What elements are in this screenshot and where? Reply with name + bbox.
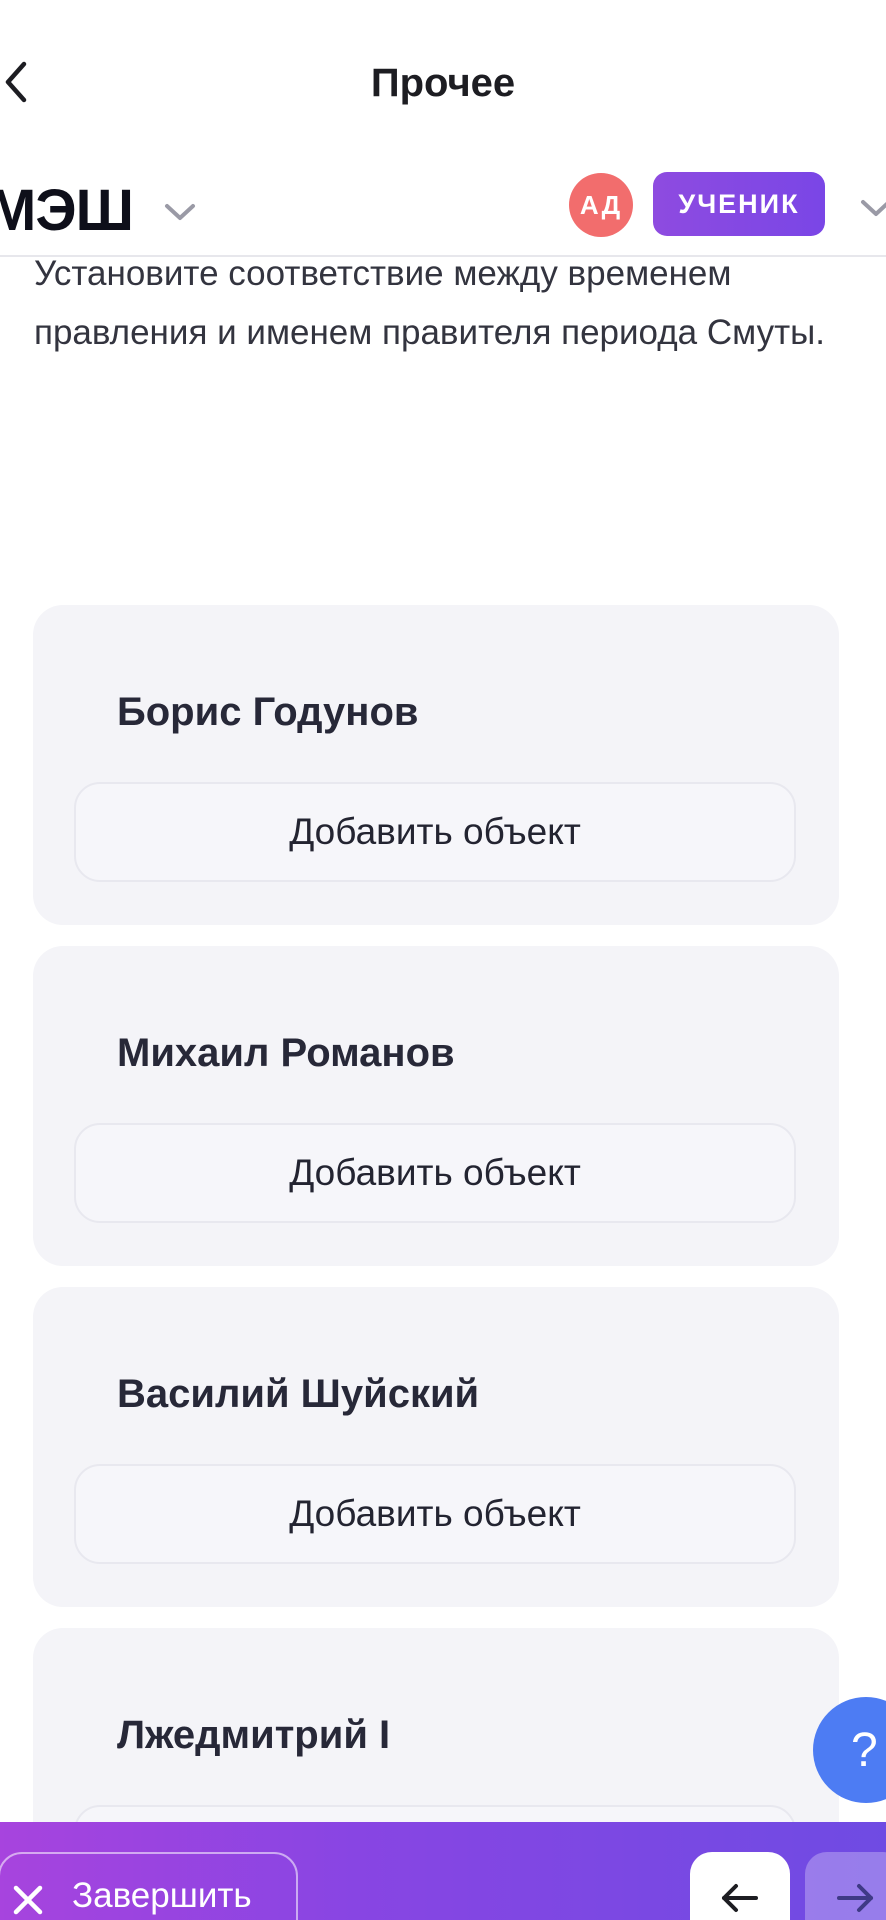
app-header: МЭШ АД УЧЕНИК	[0, 160, 886, 257]
page-title: Прочее	[370, 61, 516, 105]
arrow-right-icon	[837, 1884, 873, 1912]
finish-button[interactable]: Завершить	[0, 1852, 298, 1920]
help-icon: ?	[851, 1723, 878, 1777]
card-title: Михаил Романов	[117, 1031, 455, 1075]
arrow-left-icon	[722, 1884, 758, 1912]
add-object-button[interactable]: Добавить объект	[74, 1123, 796, 1223]
question-text: Установите соответствие между временем п…	[34, 254, 826, 352]
page: Прочее МЭШ АД УЧЕНИК Установите соответс…	[0, 0, 886, 1920]
close-icon	[13, 1885, 43, 1915]
next-question-button[interactable]	[805, 1852, 886, 1920]
card-title: Борис Годунов	[117, 690, 419, 734]
add-object-button[interactable]: Добавить объект	[74, 1464, 796, 1564]
card-title: Лжедмитрий I	[117, 1713, 391, 1757]
match-card: Василий Шуйский Добавить объект	[33, 1287, 839, 1607]
bottom-action-bar: Завершить	[0, 1822, 886, 1920]
chevron-down-icon[interactable]	[858, 190, 886, 226]
match-card: Михаил Романов Добавить объект	[33, 946, 839, 1266]
app-logo[interactable]: МЭШ	[0, 176, 134, 246]
match-card: Борис Годунов Добавить объект	[33, 605, 839, 925]
chevron-down-icon[interactable]	[162, 194, 198, 230]
add-object-button[interactable]: Добавить объект	[74, 782, 796, 882]
finish-label: Завершить	[72, 1876, 252, 1915]
role-badge[interactable]: УЧЕНИК	[653, 172, 825, 236]
avatar[interactable]: АД	[569, 173, 633, 237]
navbar: Прочее	[0, 0, 886, 160]
card-title: Василий Шуйский	[117, 1372, 480, 1416]
previous-question-button[interactable]	[690, 1852, 790, 1920]
